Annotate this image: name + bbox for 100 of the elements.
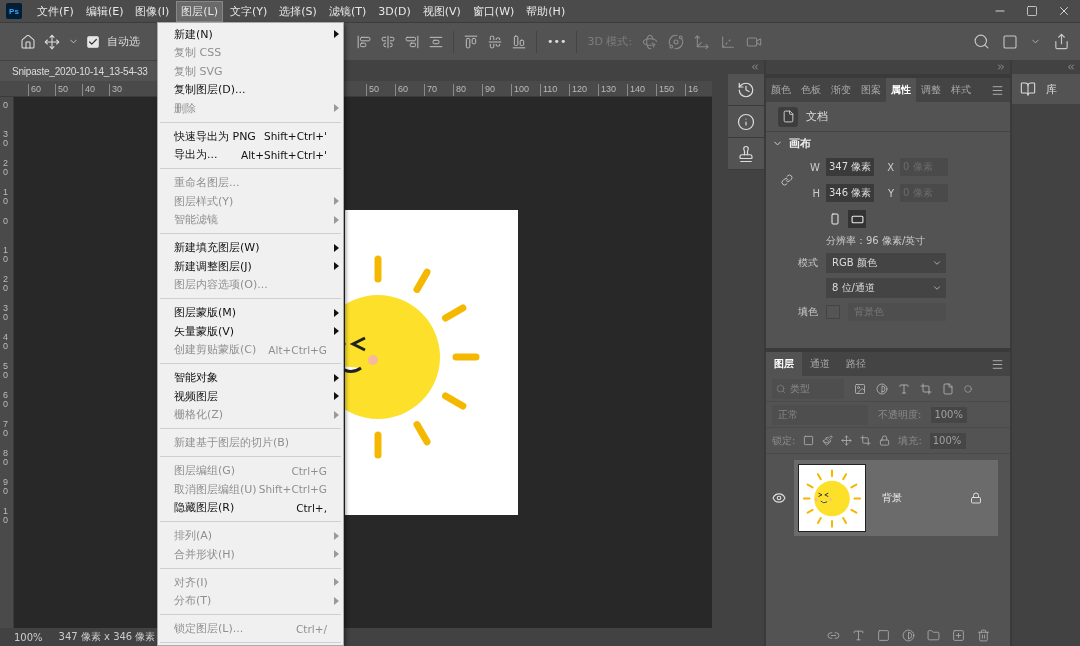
- zoom-level: 100%: [14, 631, 43, 643]
- share-icon[interactable]: [1053, 33, 1070, 50]
- brush-icon[interactable]: [822, 435, 834, 446]
- menu-item[interactable]: 新建填充图层(W): [158, 238, 343, 257]
- distribute-icon[interactable]: [429, 34, 443, 49]
- panel-tab[interactable]: 色板: [796, 78, 826, 102]
- mask-icon[interactable]: [876, 628, 890, 642]
- trash-icon[interactable]: [976, 628, 990, 642]
- collapse-icon[interactable]: [1066, 62, 1076, 72]
- new-layer-icon[interactable]: [951, 628, 965, 642]
- panel-tab[interactable]: 图层: [766, 352, 802, 376]
- menu-item[interactable]: 图层蒙版(M): [158, 303, 343, 322]
- workspace-icon[interactable]: [1002, 33, 1018, 50]
- lock-transparency-icon[interactable]: [803, 435, 815, 446]
- history-icon[interactable]: [737, 80, 755, 99]
- align-center-icon[interactable]: [381, 34, 395, 49]
- menu-title[interactable]: 图层(L): [176, 0, 223, 22]
- menu-title[interactable]: 3D(D): [373, 1, 416, 21]
- toggle-icon[interactable]: [964, 384, 972, 393]
- document-size: 347 像素 x 346 像素: [58, 630, 156, 644]
- menu-icon[interactable]: [991, 83, 1004, 97]
- depth-select[interactable]: 8 位/通道: [826, 278, 946, 298]
- smart-object-filter-icon[interactable]: [942, 382, 954, 395]
- lock-icon[interactable]: [879, 435, 891, 446]
- caret-icon[interactable]: [932, 283, 942, 293]
- document-tab[interactable]: Snipaste_2020-10-14_13-54-33: [0, 61, 157, 81]
- field-label: H: [811, 187, 820, 199]
- more-options-button[interactable]: •••: [547, 35, 567, 48]
- panel-tab[interactable]: 样式: [946, 78, 976, 102]
- panel-tab[interactable]: 渐变: [826, 78, 856, 102]
- adjustment-icon[interactable]: [901, 628, 915, 642]
- move-3d-icon[interactable]: [694, 33, 711, 50]
- resolution-text: 分辨率：96 像素/英寸: [825, 234, 927, 248]
- menu-title[interactable]: 编辑(E): [80, 0, 129, 22]
- menu-icon[interactable]: [991, 357, 1004, 371]
- folder-icon[interactable]: [926, 628, 940, 642]
- align-top-icon[interactable]: [464, 34, 478, 49]
- search-icon: [776, 383, 786, 394]
- menu-item[interactable]: 快速导出为 PNG Shift+Ctrl+': [158, 127, 343, 146]
- size-field[interactable]: 346 像素: [826, 184, 874, 202]
- menu-title[interactable]: 图像(I): [130, 0, 175, 22]
- landscape-icon[interactable]: [848, 210, 866, 228]
- collapse-icon[interactable]: [750, 62, 760, 72]
- stamp-icon[interactable]: [737, 144, 755, 163]
- align-left-icon[interactable]: [357, 34, 371, 49]
- expand-icon[interactable]: [996, 62, 1006, 72]
- rotate-3d-icon[interactable]: [642, 33, 659, 50]
- panel-tab[interactable]: 图案: [856, 78, 886, 102]
- field-label: W: [809, 161, 820, 173]
- align-middle-icon[interactable]: [488, 34, 502, 49]
- move-icon[interactable]: [841, 435, 853, 446]
- link-icon[interactable]: [781, 174, 793, 186]
- menu-title[interactable]: 文字(Y): [225, 0, 273, 22]
- mode-select[interactable]: RGB 颜色: [826, 253, 946, 273]
- info-icon[interactable]: [737, 112, 755, 131]
- section-title: 画布: [789, 135, 811, 151]
- menu-item[interactable]: 新建调整图层(J): [158, 257, 343, 276]
- menu-title[interactable]: 滤镜(T): [323, 0, 372, 22]
- menu-title[interactable]: 选择(S): [274, 0, 322, 22]
- layer-row[interactable]: 背景: [794, 460, 998, 536]
- maximize-icon[interactable]: [1026, 5, 1038, 17]
- panel-tab[interactable]: 通道: [802, 352, 838, 376]
- size-field[interactable]: 347 像素: [826, 158, 874, 176]
- menu-title[interactable]: 帮助(H): [521, 0, 571, 22]
- align-right-icon[interactable]: [405, 34, 419, 49]
- caret-icon[interactable]: [932, 258, 942, 268]
- auto-select-checkbox[interactable]: [87, 35, 99, 48]
- library-button[interactable]: 库: [1012, 74, 1080, 104]
- menu-item[interactable]: 智能对象: [158, 368, 343, 387]
- menu-title[interactable]: 窗口(W): [467, 0, 520, 22]
- adjustment-filter-icon[interactable]: [876, 382, 888, 395]
- image-filter-icon[interactable]: [854, 382, 866, 395]
- menu-title[interactable]: 文件(F): [32, 0, 79, 22]
- shape-filter-icon[interactable]: [920, 382, 932, 395]
- move-tool-icon[interactable]: [44, 33, 60, 50]
- close-icon[interactable]: [1057, 4, 1071, 18]
- home-icon[interactable]: [20, 33, 36, 50]
- menu-item[interactable]: 导出为... Alt+Shift+Ctrl+': [158, 145, 343, 164]
- search-icon[interactable]: [973, 33, 990, 50]
- panel-tab[interactable]: 颜色: [766, 78, 796, 102]
- menu-item[interactable]: 复制图层(D)...: [158, 80, 343, 99]
- menu-item[interactable]: 隐藏图层(R) Ctrl+,: [158, 498, 343, 517]
- menu-item[interactable]: 视频图层: [158, 387, 343, 406]
- text-filter-icon[interactable]: [898, 382, 910, 395]
- artboard-icon[interactable]: [860, 435, 872, 446]
- field-label: X: [886, 161, 894, 173]
- panel-tab[interactable]: 调整: [916, 78, 946, 102]
- axis-3d-icon[interactable]: [720, 33, 737, 50]
- panel-tab[interactable]: 路径: [838, 352, 874, 376]
- field-label: Y: [886, 187, 894, 199]
- app-logo[interactable]: Ps: [6, 3, 22, 19]
- eye-icon[interactable]: [772, 491, 786, 505]
- menu-title[interactable]: 视图(V): [417, 0, 466, 22]
- fill-field[interactable]: 100%: [929, 432, 966, 449]
- panel-tab[interactable]: 属性: [886, 78, 916, 102]
- menu-item[interactable]: 新建(N): [158, 25, 343, 44]
- opacity-field[interactable]: 100%: [931, 406, 968, 423]
- align-bottom-icon[interactable]: [512, 34, 526, 49]
- orbit-icon[interactable]: [668, 33, 685, 50]
- menu-item[interactable]: 矢量蒙版(V): [158, 322, 343, 341]
